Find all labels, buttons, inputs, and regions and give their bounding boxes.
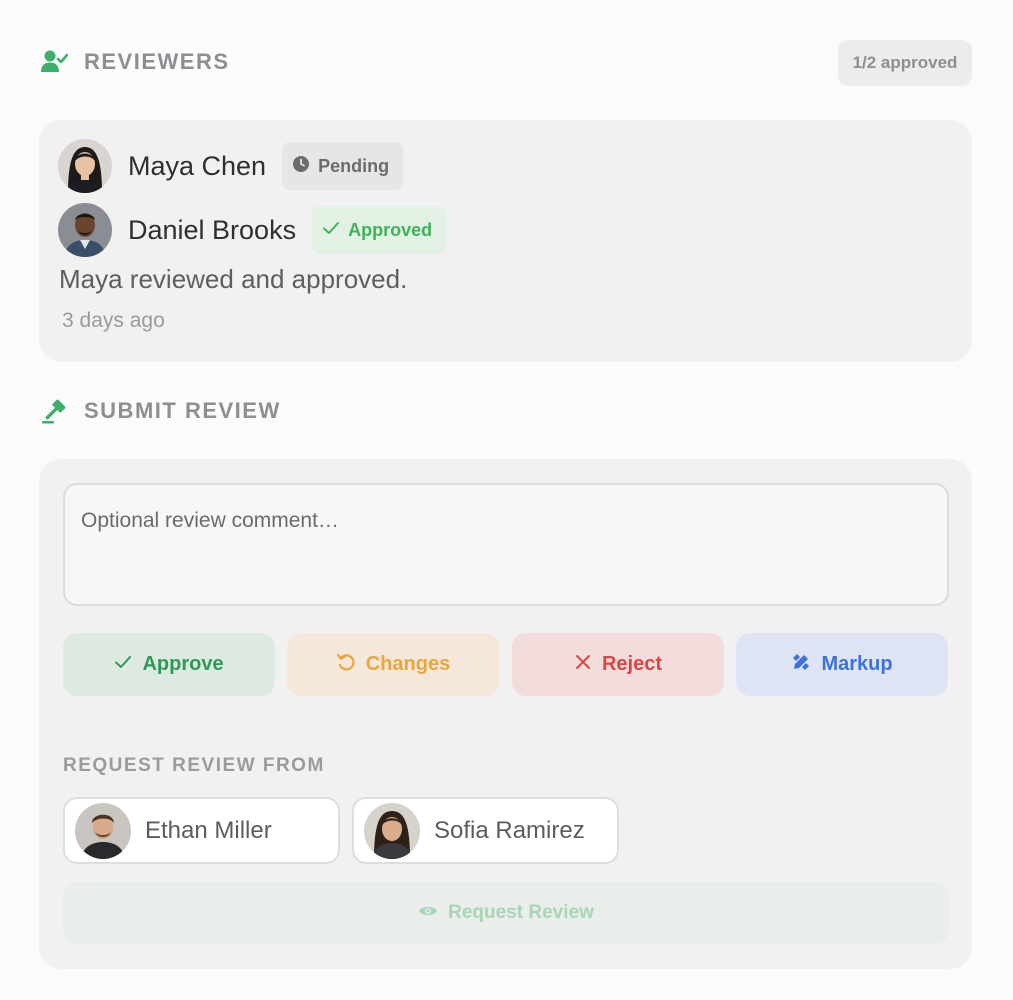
reviewer-name: Daniel Brooks: [128, 214, 297, 245]
status-badge: Pending: [282, 142, 404, 190]
review-comment-input[interactable]: [63, 483, 949, 606]
check-icon: [114, 653, 132, 677]
reject-button[interactable]: Reject: [512, 633, 724, 696]
clock-icon: [292, 155, 310, 178]
close-icon: [574, 653, 592, 677]
approved-count-badge: 1/2 approved: [838, 40, 972, 86]
status-label: Approved: [348, 219, 433, 240]
reviewers-header: REVIEWERS: [40, 48, 230, 76]
review-summary: Maya reviewed and approved.: [59, 264, 408, 294]
candidate-name: Ethan Miller: [145, 816, 272, 844]
approve-label: Approve: [142, 653, 224, 675]
request-changes-button[interactable]: Changes: [287, 633, 499, 696]
request-review-button[interactable]: Request Review: [63, 882, 949, 944]
avatar: [58, 203, 112, 257]
candidate-name: Sofia Ramirez: [434, 816, 585, 844]
reviewer-name: Maya Chen: [128, 150, 267, 181]
avatar: [75, 802, 131, 859]
reject-label: Reject: [601, 653, 663, 675]
reviewers-card: Maya Chen Pending Daniel Brooks Approved…: [39, 120, 972, 362]
avatar: [58, 139, 112, 193]
status-badge: Approved: [312, 206, 447, 254]
user-check-icon: [40, 48, 68, 76]
undo-icon: [336, 652, 356, 678]
markup-label: Markup: [821, 653, 893, 675]
request-review-title: REQUEST REVIEW FROM: [63, 755, 325, 776]
eye-icon: [418, 902, 438, 924]
status-label: Pending: [318, 155, 390, 176]
reviewer-row: Maya Chen Pending: [58, 139, 404, 193]
reviewer-candidate-chip[interactable]: Sofia Ramirez: [352, 797, 619, 864]
gavel-icon: [40, 397, 68, 425]
review-timestamp: 3 days ago: [62, 309, 165, 332]
changes-label: Changes: [365, 653, 451, 675]
reviewers-title: REVIEWERS: [84, 49, 230, 74]
reviewer-row: Daniel Brooks Approved: [58, 203, 447, 257]
pen-ruler-icon: [791, 652, 811, 678]
check-icon: [322, 219, 340, 242]
reviewer-candidate-chip[interactable]: Ethan Miller: [63, 797, 340, 864]
submit-review-card: Approve Changes Reject Markup REQUE: [39, 459, 972, 969]
submit-review-header: SUBMIT REVIEW: [40, 397, 281, 425]
submit-review-title: SUBMIT REVIEW: [84, 398, 281, 423]
avatar: [364, 802, 420, 859]
markup-button[interactable]: Markup: [736, 633, 948, 696]
request-review-label: Request Review: [448, 902, 594, 923]
approve-button[interactable]: Approve: [63, 633, 275, 696]
